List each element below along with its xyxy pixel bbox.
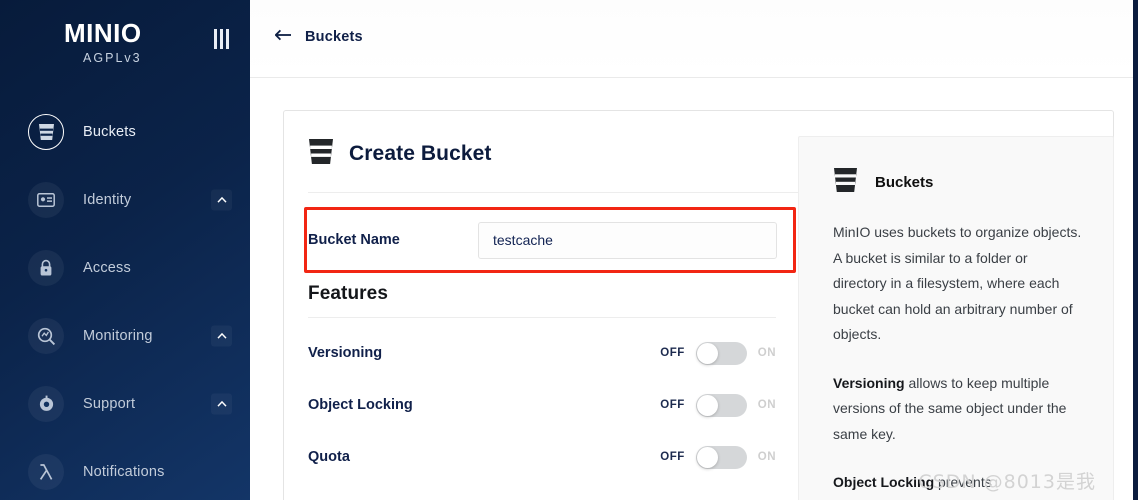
toggle-off-label: OFF xyxy=(660,399,685,411)
help-paragraph-2: Versioning allows to keep multiple versi… xyxy=(833,371,1083,448)
sidebar-item-notifications[interactable]: Notifications xyxy=(0,438,250,500)
sidebar-item-label: Buckets xyxy=(83,124,136,140)
lambda-icon xyxy=(28,454,64,490)
toggle-knob xyxy=(696,342,718,364)
sidebar-item-label: Identity xyxy=(83,192,132,208)
help-bold-lead: Versioning xyxy=(833,374,905,391)
sidebar-item-support[interactable]: Support xyxy=(0,370,250,438)
bucket-name-row: Bucket Name xyxy=(308,209,800,271)
toggle-knob xyxy=(696,394,718,416)
feature-row-versioning: Versioning OFF ON xyxy=(308,327,776,379)
feature-row-object-locking: Object Locking OFF ON xyxy=(308,379,776,431)
sidebar-item-monitoring[interactable]: Monitoring xyxy=(0,302,250,370)
menu-bar-1 xyxy=(213,29,217,49)
identity-card-icon xyxy=(28,182,64,218)
help-text: MinIO uses buckets to organize objects. … xyxy=(799,198,1113,496)
features-heading: Features xyxy=(308,283,389,304)
help-paragraph-1: MinIO uses buckets to organize objects. … xyxy=(833,224,1082,342)
feature-label: Object Locking xyxy=(308,397,413,413)
sidebar-item-access[interactable]: Access xyxy=(0,234,250,302)
page-title: Create Bucket xyxy=(349,142,492,165)
toggle-off-label: OFF xyxy=(660,451,685,463)
help-paragraph-3-rest: prevents xyxy=(934,474,992,490)
chevron-up-icon[interactable] xyxy=(211,325,232,347)
bucket-icon xyxy=(833,167,858,198)
sidebar-header: MINIO AGPLv3 xyxy=(0,0,250,78)
content-area: Buckets Create Bucket Bucket Name testca… xyxy=(250,0,1138,500)
brand-logo: MINIO AGPLv3 xyxy=(64,20,142,65)
versioning-toggle[interactable] xyxy=(695,341,747,365)
toggle-off-label: OFF xyxy=(660,347,685,359)
sidebar-item-label: Support xyxy=(83,396,136,412)
topbar: Buckets xyxy=(250,0,1138,78)
window-right-edge xyxy=(1133,0,1138,500)
feature-label: Quota xyxy=(308,449,350,465)
sidebar-item-identity[interactable]: Identity xyxy=(0,166,250,234)
bucket-name-input[interactable] xyxy=(478,221,777,259)
menu-bar-3 xyxy=(225,29,229,49)
feature-toggle-group: OFF ON xyxy=(660,393,776,417)
bucket-icon xyxy=(28,114,64,150)
menu-bar-2 xyxy=(219,29,223,49)
feature-row-quota: Quota OFF ON xyxy=(308,431,776,483)
feature-toggle-group: OFF ON xyxy=(660,341,776,365)
toggle-knob xyxy=(696,446,718,468)
sidebar: MINIO AGPLv3 Buckets Identity Access Mon… xyxy=(0,0,250,500)
bucket-icon xyxy=(308,138,334,170)
help-paragraph-3: Object Locking prevents xyxy=(833,470,1083,496)
help-title: Buckets xyxy=(875,174,934,191)
lifesaver-icon xyxy=(28,386,64,422)
sidebar-item-label: Access xyxy=(83,260,131,276)
chevron-up-icon[interactable] xyxy=(211,393,232,415)
help-panel: Buckets MinIO uses buckets to organize o… xyxy=(798,136,1114,500)
help-bold-lead: Object Locking xyxy=(833,474,935,490)
toggle-on-label: ON xyxy=(757,399,776,411)
minio-console-window: MINIO AGPLv3 Buckets Identity Access Mon… xyxy=(0,0,1138,500)
chevron-up-icon[interactable] xyxy=(211,189,232,211)
page-body: Create Bucket Bucket Name Features Versi… xyxy=(250,78,1138,500)
bucket-name-label: Bucket Name xyxy=(308,232,400,248)
collapse-menu-icon[interactable] xyxy=(208,26,234,52)
lock-icon xyxy=(28,250,64,286)
sidebar-item-label: Monitoring xyxy=(83,328,153,344)
toggle-on-label: ON xyxy=(757,347,776,359)
feature-toggle-group: OFF ON xyxy=(660,445,776,469)
brand-name: MINIO xyxy=(64,18,142,48)
toggle-on-label: ON xyxy=(757,451,776,463)
features-list: Versioning OFF ON Object Locking OFF ON … xyxy=(308,327,776,483)
sidebar-nav: Buckets Identity Access Monitoring Suppo… xyxy=(0,98,250,500)
quota-toggle[interactable] xyxy=(695,445,747,469)
breadcrumb[interactable]: Buckets xyxy=(274,28,363,46)
help-header: Buckets xyxy=(799,137,1113,198)
arrow-left-icon[interactable] xyxy=(274,28,292,46)
sidebar-item-buckets[interactable]: Buckets xyxy=(0,98,250,166)
feature-label: Versioning xyxy=(308,345,383,361)
license-label: AGPLv3 xyxy=(83,51,142,65)
breadcrumb-label: Buckets xyxy=(305,29,363,45)
sidebar-item-label: Notifications xyxy=(83,464,165,480)
magnifier-icon xyxy=(28,318,64,354)
object-locking-toggle[interactable] xyxy=(695,393,747,417)
features-divider xyxy=(308,317,776,318)
